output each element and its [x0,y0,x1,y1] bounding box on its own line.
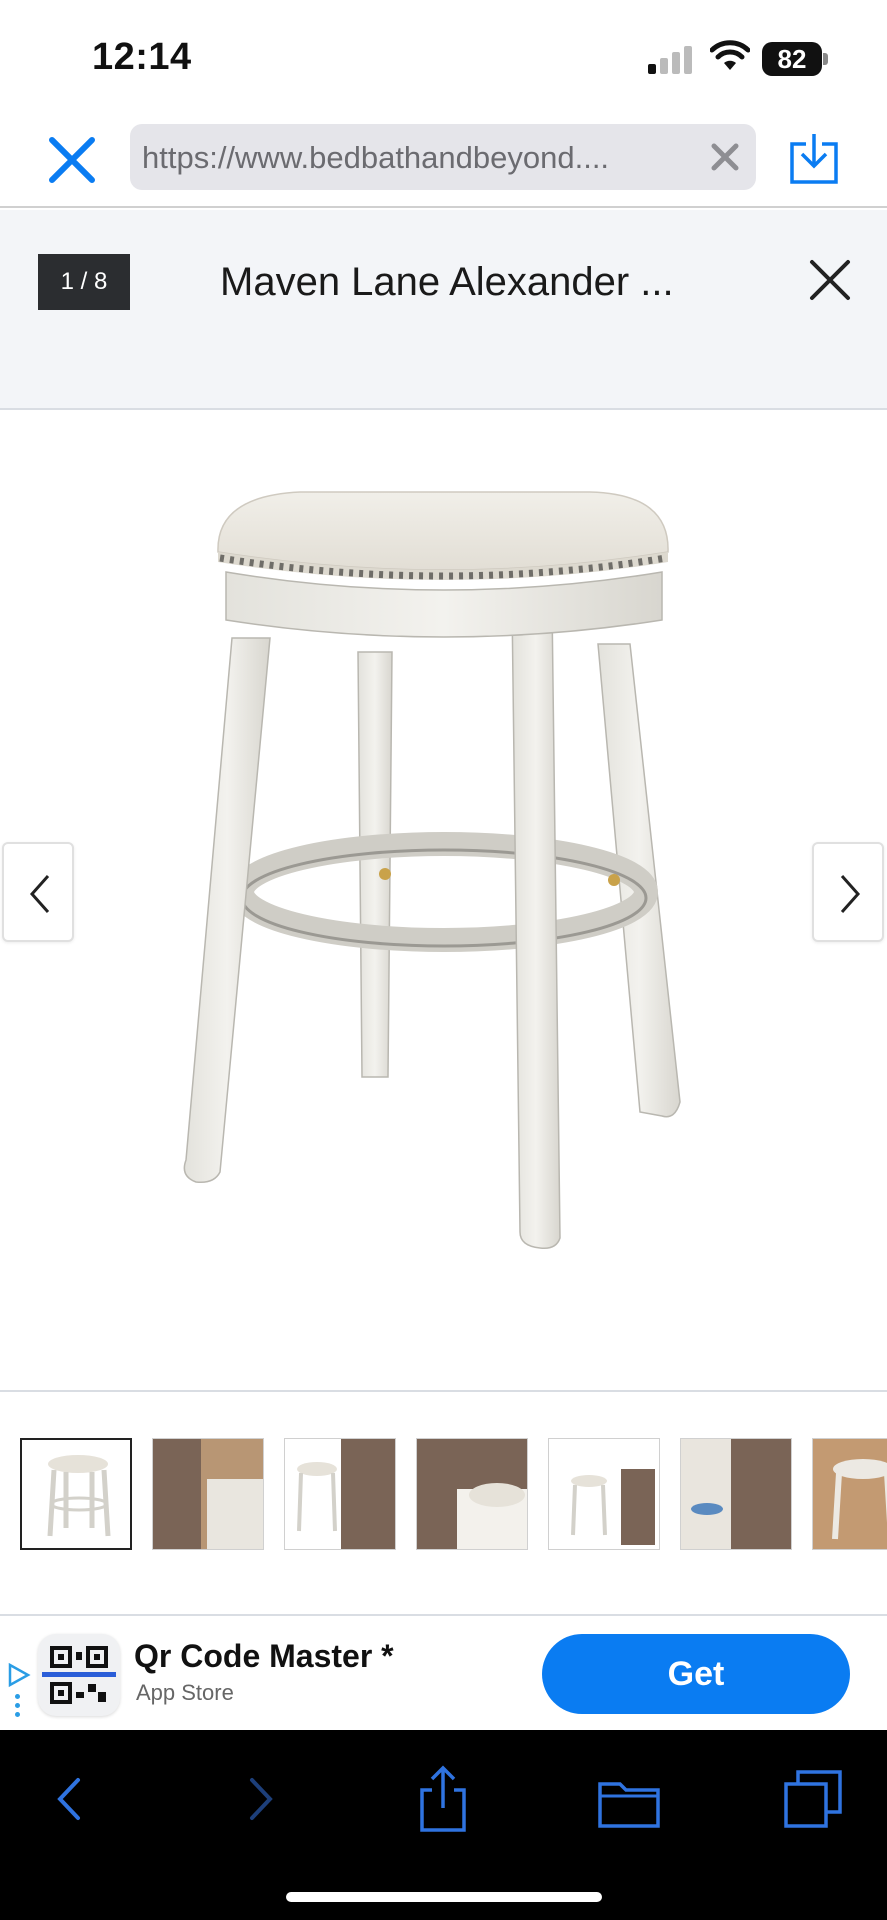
ad-options-icon[interactable] [15,1694,20,1721]
clear-icon[interactable] [708,140,742,174]
thumbnail-5[interactable] [548,1438,660,1550]
battery-icon: 82 [762,42,828,76]
thumbnail-image [813,1439,887,1549]
bar-stool-image [183,491,681,1250]
thumbnail-image [417,1439,527,1549]
download-icon[interactable] [788,130,840,186]
share-icon[interactable] [408,1764,478,1834]
previous-image-button[interactable] [2,842,74,942]
chevron-left-icon [29,875,50,913]
app-install-banner: Qr Code Master * App Store Get [0,1618,887,1730]
ad-play-icon[interactable] [6,1662,32,1688]
url-field[interactable]: https://www.bedbathandbeyond.... [130,124,756,190]
back-icon[interactable] [36,1764,106,1834]
thumbnail-image [681,1439,791,1549]
wifi-icon [710,40,750,70]
url-text[interactable]: https://www.bedbathandbeyond.... [142,140,682,176]
browser-toolbar [0,1730,887,1920]
tabs-icon[interactable] [780,1764,850,1834]
app-name: Qr Code Master * [134,1638,394,1674]
thumbnail-1[interactable] [20,1438,132,1550]
qr-code-icon [38,1634,120,1716]
close-icon[interactable] [44,132,100,188]
thumbnail-6[interactable] [680,1438,792,1550]
gallery-header: 1 / 8 Maven Lane Alexander ... [0,210,887,410]
battery-level: 82 [762,42,822,76]
browser-url-bar: https://www.bedbathandbeyond.... [0,110,887,208]
get-app-button[interactable]: Get [542,1634,850,1714]
bookmarks-icon[interactable] [594,1764,664,1834]
close-icon[interactable] [806,256,854,304]
status-time: 12:14 [92,36,192,78]
product-image-viewer[interactable] [0,412,887,1392]
thumbnail-strip [0,1394,887,1616]
image-counter: 1 / 8 [38,254,130,310]
thumbnail-image [285,1439,395,1549]
cellular-signal-icon [648,44,694,74]
forward-icon[interactable] [224,1764,294,1834]
thumbnail-3[interactable] [284,1438,396,1550]
chevron-right-icon [840,875,861,913]
product-title: Maven Lane Alexander ... [220,260,674,304]
next-image-button[interactable] [812,842,884,942]
app-store-label: App Store [136,1680,234,1705]
thumbnail-4[interactable] [416,1438,528,1550]
thumbnail-2[interactable] [152,1438,264,1550]
thumbnail-image [153,1439,263,1549]
home-indicator [286,1892,602,1902]
thumbnail-image [22,1440,130,1548]
thumbnail-7[interactable] [812,1438,887,1550]
status-bar: 12:14 82 [0,0,887,110]
thumbnail-image [549,1439,659,1549]
